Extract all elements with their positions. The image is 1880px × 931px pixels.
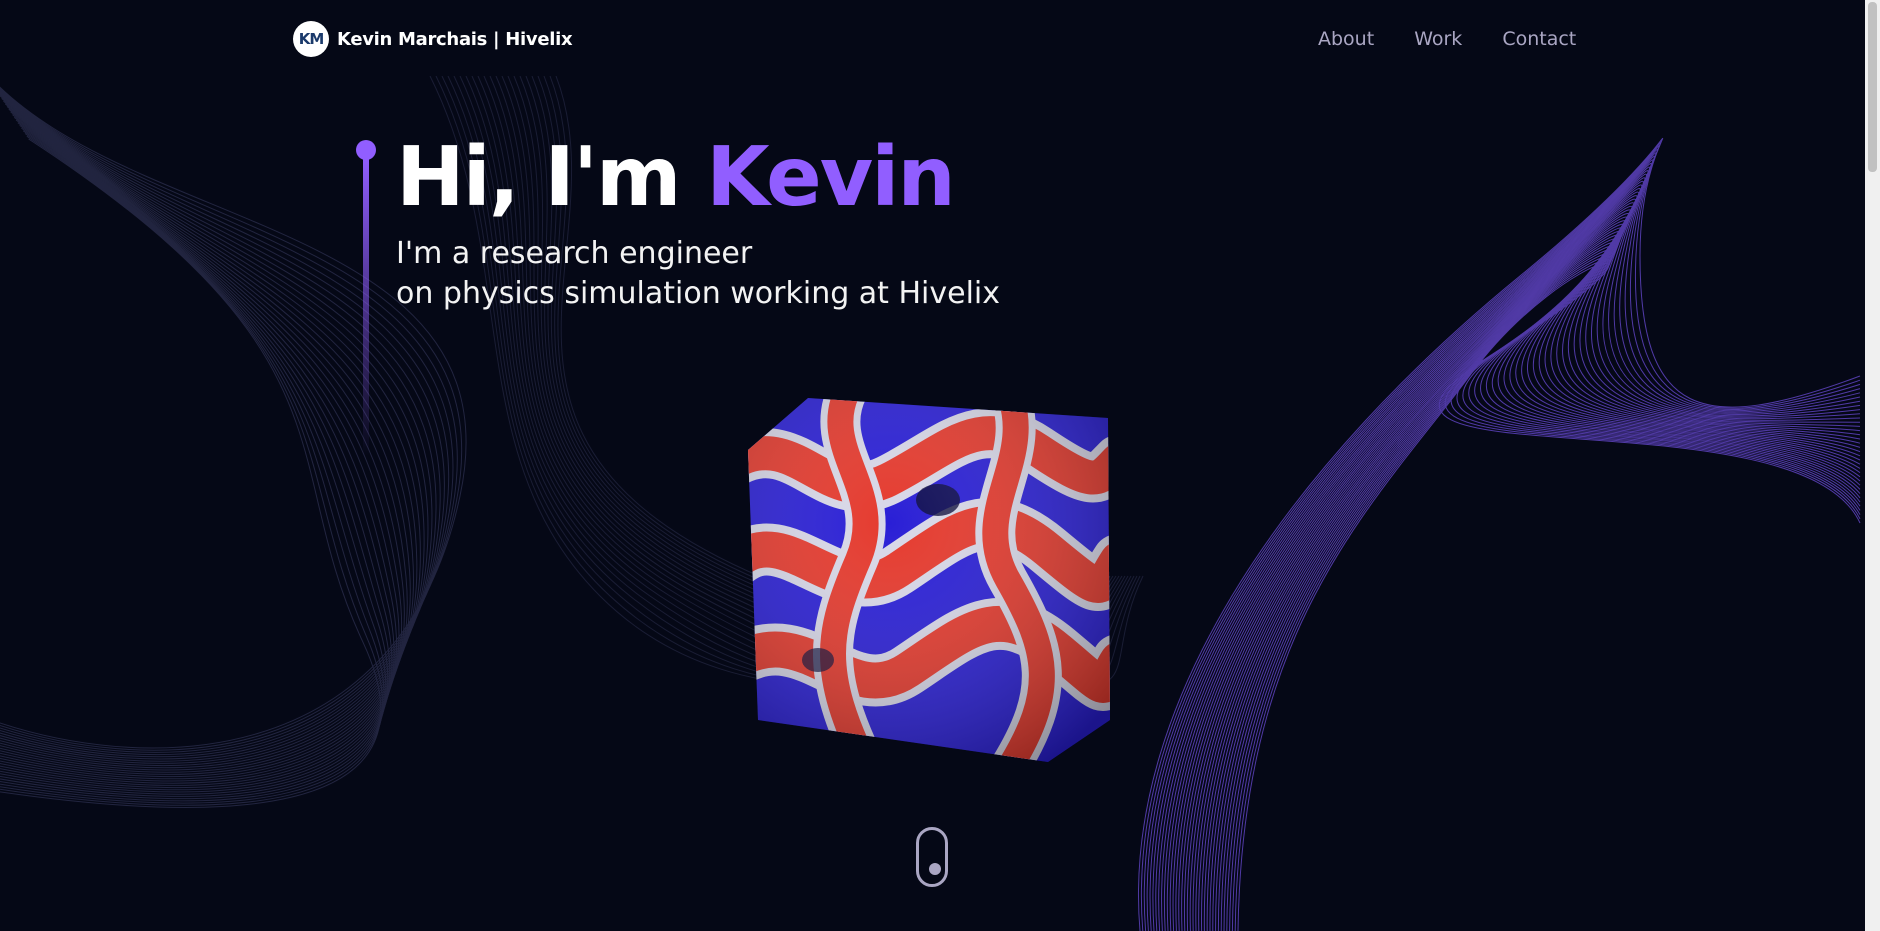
gyroid-simulation-canvas[interactable] bbox=[738, 390, 1118, 770]
page-scrollbar[interactable] bbox=[1865, 0, 1880, 931]
hero-timeline-line bbox=[363, 156, 369, 456]
nav-link-contact[interactable]: Contact bbox=[1502, 26, 1576, 52]
hero-subtitle-line-2: on physics simulation working at Hivelix bbox=[396, 276, 1000, 311]
nav-links: About Work Contact bbox=[1318, 26, 1576, 52]
brand-link[interactable]: KM Kevin Marchais | Hivelix bbox=[293, 21, 573, 57]
hero-subtitle: I'm a research engineer on physics simul… bbox=[396, 234, 1000, 314]
mouse-scroll-icon[interactable] bbox=[916, 827, 948, 887]
hero-name: Kevin bbox=[706, 130, 956, 225]
brand-name: Kevin Marchais | Hivelix bbox=[337, 28, 573, 50]
logo-icon: KM bbox=[293, 21, 329, 57]
hero-greeting: Hi, I'm bbox=[396, 130, 681, 225]
nav-link-work[interactable]: Work bbox=[1414, 26, 1462, 52]
hero-subtitle-line-1: I'm a research engineer bbox=[396, 236, 753, 271]
scroll-dot bbox=[929, 863, 941, 875]
nav-link-about[interactable]: About bbox=[1318, 26, 1374, 52]
navbar: KM Kevin Marchais | Hivelix About Work C… bbox=[0, 0, 1880, 76]
scrollbar-thumb[interactable] bbox=[1868, 2, 1877, 172]
hero-title: Hi, I'm Kevin bbox=[396, 128, 956, 228]
